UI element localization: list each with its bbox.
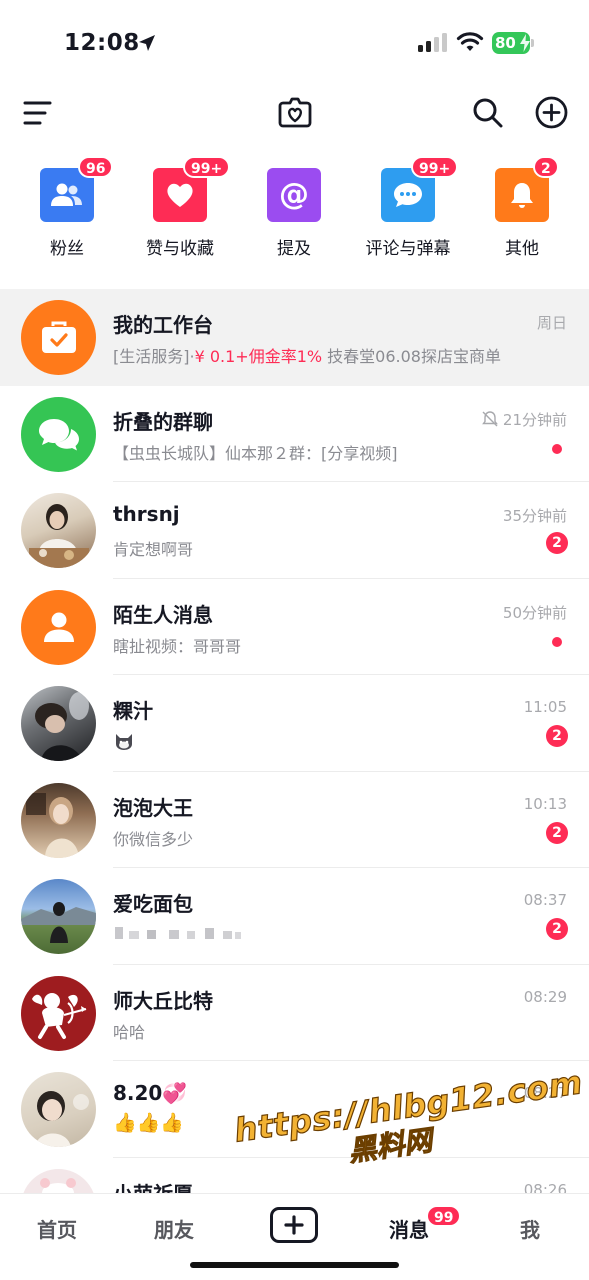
message-row-guozhi[interactable]: 粿汁 11:05 2 [0,675,589,772]
conversation-name: 陌生人消息 [113,602,213,627]
message-row-cupid[interactable]: 师大丘比特 哈哈 08:29 [0,965,589,1061]
conversation-preview: 👍👍👍 [113,1112,184,1134]
bell-icon: 2 [495,156,559,222]
message-row-bread-lover[interactable]: 爱吃面包 08:37 2 [0,868,589,965]
likes-badge: 99+ [183,156,231,178]
at-icon: @ [267,168,321,222]
category-label: 评论与弹幕 [365,239,451,259]
conversation-name: 泡泡大王 [113,795,193,820]
charging-bolt-icon [520,34,530,52]
avatar [21,1072,96,1147]
category-likes[interactable]: 99+ 赞与收藏 [130,156,231,259]
wifi-icon [456,32,484,51]
notification-categories: 96 粉丝 99+ 赞与收藏 @ 提及 99+ 评论与弹幕 2 其他 [0,156,589,260]
avatar [21,686,96,761]
unread-dot [552,443,562,454]
people-icon: 96 [40,156,114,222]
unread-count-badge: 2 [546,821,568,844]
conversation-time: 08:27 [523,1084,567,1102]
category-label: 赞与收藏 [146,239,214,259]
conversation-name: 粿汁 [113,699,153,723]
menu-icon[interactable] [23,100,53,126]
conversation-name: thrsnj [113,502,180,526]
comment-icon: 99+ [381,156,459,222]
conversation-time: 08:37 [523,891,567,909]
conversation-preview: 【虫虫长城队】仙本那２群：[分享视频] [113,443,398,463]
status-time: 12:08 [64,30,140,56]
unread-count-badge: 2 [546,725,568,747]
messages-tab-badge: 99 [426,1205,462,1227]
conversation-preview: 瞎扯视频：哥哥哥 [113,636,242,656]
conversation-preview: 你微信多少 [113,829,194,849]
home-indicator [190,1262,399,1268]
blurred-preview [115,927,241,939]
message-row-thrsnj[interactable]: thrsnj 肯定想啊哥 35分钟前 2 [0,482,589,579]
tab-friends[interactable]: 朋友 [154,1214,194,1243]
conversation-time: 10:13 [523,794,567,813]
cupid-logo-icon [21,975,96,1051]
unread-count-badge: 2 [546,532,568,554]
heart-icon: 99+ [153,156,231,222]
conversation-time: 11:05 [523,698,567,716]
tab-messages[interactable]: 消息 [389,1214,429,1243]
cat-sticker-icon [116,734,132,750]
message-row-paopao[interactable]: 泡泡大王 你微信多少 10:13 2 [0,772,589,868]
muted-bell-icon [482,411,498,427]
category-label: 粉丝 [50,239,84,259]
message-row-820[interactable]: 8.20💞 👍👍👍 08:27 [0,1061,589,1158]
category-label: 其他 [505,239,539,259]
conversation-name: 爱吃面包 [113,892,193,916]
message-row-workbench[interactable]: 我的工作台 [生活服务]·¥ 0.1+佣金率1% 技春堂06.08探店宝商单 周… [0,289,589,386]
tab-home[interactable]: 首页 [37,1214,77,1243]
conversation-time: 35分钟前 [502,507,567,525]
conversation-name: 8.20💞 [113,1081,188,1105]
category-comments[interactable]: 99+ 评论与弹幕 [358,156,459,259]
unread-dot [552,636,562,647]
battery-tip [531,39,534,47]
conversation-name: 折叠的群聊 [113,409,213,434]
create-post-button[interactable] [270,1207,318,1243]
conversation-name: 我的工作台 [113,313,213,337]
message-row-strangers[interactable]: 陌生人消息 瞎扯视频：哥哥哥 50分钟前 [0,579,589,675]
conversation-time: 08:29 [523,987,567,1006]
conversation-preview: 肯定想啊哥 [113,540,194,559]
avatar [21,782,96,858]
conversation-preview [113,729,135,755]
tab-me[interactable]: 我 [520,1214,540,1243]
search-icon[interactable] [472,97,504,129]
plus-icon [284,1215,304,1235]
message-list: 我的工作台 [生活服务]·¥ 0.1+佣金率1% 技春堂06.08探店宝商单 周… [0,289,589,1254]
others-badge: 2 [533,156,559,178]
add-circle-icon[interactable] [535,96,568,129]
person-icon [21,589,96,665]
comments-badge: 99+ [411,156,459,178]
category-fans[interactable]: 96 粉丝 [17,156,117,259]
message-row-folded-groups[interactable]: 折叠的群聊 【虫虫长城队】仙本那２群：[分享视频] 21分钟前 [0,386,589,482]
category-mentions[interactable]: @ 提及 [244,160,344,259]
unread-count-badge: 2 [546,918,568,940]
avatar [21,493,96,568]
category-others[interactable]: 2 其他 [472,156,572,259]
conversation-preview: 哈哈 [113,1022,146,1042]
conversation-preview [113,922,243,946]
heart-box-icon[interactable] [277,95,313,129]
fans-badge: 96 [78,156,114,178]
conversation-time: 周日 [536,314,567,332]
conversation-time: 50分钟前 [502,603,567,622]
location-arrow-icon [139,35,155,51]
cellular-signal-icon [418,32,447,52]
group-chat-icon [21,396,96,472]
avatar [21,879,96,954]
status-bar: 12:08 80 [0,0,589,80]
category-label: 提及 [277,239,311,259]
conversation-preview: [生活服务]·¥ 0.1+佣金率1% 技春堂06.08探店宝商单 [113,347,501,366]
conversation-time: 21分钟前 [481,409,567,430]
briefcase-icon [21,300,96,375]
conversation-name: 师大丘比特 [113,988,213,1013]
